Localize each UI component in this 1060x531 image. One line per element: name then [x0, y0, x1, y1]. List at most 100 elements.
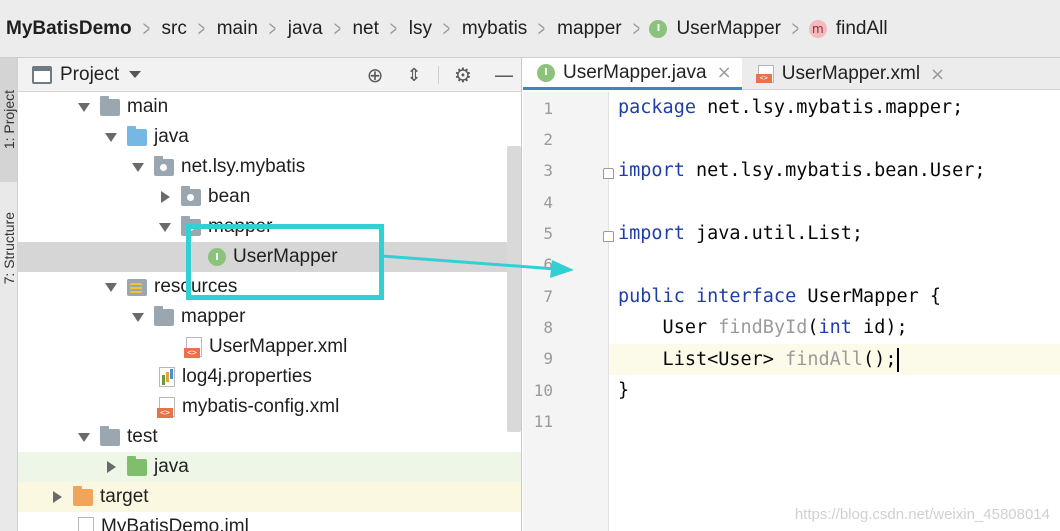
tree-node-label: mybatis-config.xml [182, 396, 340, 417]
tab-usermapper-xml[interactable]: UserMapper.xml × [742, 58, 955, 90]
code-token: net.lsy.mybatis.bean.User; [684, 160, 986, 181]
tree-node-label: mapper [181, 306, 246, 327]
keyword-token: int [818, 317, 852, 338]
gear-icon[interactable]: ⚙ [451, 63, 475, 87]
tree-node-bean[interactable]: bean [18, 182, 521, 212]
code-token: UserMapper { [796, 286, 942, 307]
keyword-token: import [618, 223, 685, 244]
tool-tab-project[interactable]: 1: Project [0, 58, 17, 182]
code-token: java.util.List; [684, 223, 864, 244]
close-icon[interactable]: × [717, 62, 732, 83]
annotation-arrow-icon [381, 254, 574, 278]
expand-arrow-icon[interactable] [103, 459, 119, 475]
chevron-down-icon[interactable] [129, 71, 142, 78]
vertical-scrollbar[interactable] [507, 146, 521, 432]
code-line-5: import java.util.List; [618, 218, 863, 249]
expand-arrow-icon[interactable] [130, 309, 146, 325]
tree-node-test[interactable]: test [18, 422, 521, 452]
tree-node-label: java [154, 456, 189, 477]
breadcrumb-class-label: UserMapper [676, 17, 781, 39]
tree-node-package[interactable]: net.lsy.mybatis [18, 152, 521, 182]
breadcrumb-separator-icon: > [333, 15, 341, 41]
breadcrumb-separator-icon: > [142, 15, 150, 41]
properties-file-icon [157, 367, 175, 387]
line-number: 4 [543, 193, 553, 212]
code-token: (); [863, 349, 897, 370]
tree-node-target[interactable]: target [18, 482, 521, 512]
code-token: User [618, 317, 719, 338]
tree-node-iml[interactable]: MyBatisDemo.iml [18, 512, 521, 531]
breadcrumb-item-method[interactable]: m findAll [808, 0, 890, 57]
keyword-token: public [618, 286, 685, 307]
expand-arrow-icon[interactable] [103, 279, 119, 295]
breadcrumb: MyBatisDemo > src > main > java > net > … [0, 0, 1060, 58]
tab-usermapper-java[interactable]: I UserMapper.java × [523, 58, 742, 90]
expand-arrow-icon[interactable] [157, 189, 173, 205]
expand-arrow-icon[interactable] [157, 219, 173, 235]
code-area[interactable]: package net.lsy.mybatis.mapper; import n… [618, 92, 1060, 531]
project-window-icon [32, 65, 52, 84]
breadcrumb-item-java[interactable]: java [286, 0, 325, 57]
code-line-9: List<User> findAll(); [618, 344, 900, 375]
tree-node-main[interactable]: main [18, 92, 521, 122]
code-token: net.lsy.mybatis.mapper; [695, 97, 964, 118]
breadcrumb-project[interactable]: MyBatisDemo [4, 0, 134, 57]
fold-marker-icon[interactable] [603, 168, 614, 179]
breadcrumb-item-label: net [352, 17, 379, 39]
code-line-1: package net.lsy.mybatis.mapper; [618, 92, 963, 123]
breadcrumb-item-mybatis[interactable]: mybatis [460, 0, 529, 57]
expand-arrow-icon[interactable] [76, 99, 92, 115]
excluded-folder-icon [73, 485, 93, 506]
folder-icon [100, 95, 120, 116]
code-token: id); [851, 317, 908, 338]
close-icon[interactable]: × [930, 64, 945, 85]
tree-node-usermapper-xml[interactable]: UserMapper.xml [18, 332, 521, 362]
tree-node-mybatis-config[interactable]: mybatis-config.xml [18, 392, 521, 422]
method-token: findById [718, 317, 808, 338]
breadcrumb-separator-icon: > [632, 15, 640, 41]
tree-node-label: test [127, 426, 158, 447]
tree-node-log4j[interactable]: log4j.properties [18, 362, 521, 392]
breadcrumb-item-mapper[interactable]: mapper [555, 0, 623, 57]
minimize-icon[interactable]: — [492, 63, 516, 87]
breadcrumb-item-main[interactable]: main [215, 0, 260, 57]
code-line-7: public interface UserMapper { [618, 281, 941, 312]
xml-file-icon [184, 337, 202, 358]
breadcrumb-item-label: src [161, 17, 187, 39]
collapse-all-icon[interactable]: ⇕ [402, 63, 426, 87]
interface-icon: I [537, 63, 555, 82]
tree-node-label: log4j.properties [182, 366, 312, 387]
module-file-icon [76, 517, 94, 531]
tree-node-java[interactable]: java [18, 122, 521, 152]
breadcrumb-method-label: findAll [835, 17, 888, 39]
locate-file-icon[interactable]: ⊕ [363, 63, 387, 87]
breadcrumb-item-class[interactable]: I UserMapper [649, 0, 783, 57]
tree-node-label: net.lsy.mybatis [181, 156, 306, 177]
tool-tab-structure[interactable]: 7: Structure [0, 188, 17, 308]
keyword-token: package [618, 97, 696, 118]
method-token: findAll [785, 349, 864, 370]
tree-node-mapper-folder[interactable]: mapper [18, 302, 521, 332]
tab-label: UserMapper.java [563, 61, 707, 83]
watermark-text: https://blog.csdn.net/weixin_45808014 [794, 506, 1050, 523]
expand-arrow-icon[interactable] [49, 489, 65, 505]
keyword-token: import [618, 160, 685, 181]
expand-arrow-icon[interactable] [76, 429, 92, 445]
breadcrumb-item-net[interactable]: net [350, 0, 380, 57]
line-number-gutter[interactable]: 1 2 3 4 5 6 7 8 9 10 11 [523, 92, 614, 531]
breadcrumb-item-lsy[interactable]: lsy [407, 0, 434, 57]
expand-arrow-icon[interactable] [103, 129, 119, 145]
project-view-selector[interactable]: Project [60, 64, 119, 86]
expand-arrow-icon[interactable] [130, 159, 146, 175]
test-folder-icon [127, 455, 147, 476]
fold-marker-icon[interactable] [603, 231, 614, 242]
breadcrumb-item-label: lsy [408, 17, 432, 39]
breadcrumb-item-src[interactable]: src [160, 0, 189, 57]
breadcrumb-item-label: mybatis [461, 17, 528, 39]
project-tree: main java net.lsy.mybatis bean mapper I … [18, 92, 521, 531]
toolbar-divider [438, 66, 439, 84]
line-number: 5 [543, 224, 553, 243]
line-number: 3 [543, 161, 553, 180]
tree-node-test-java[interactable]: java [18, 452, 521, 482]
tree-node-label: bean [208, 186, 251, 207]
